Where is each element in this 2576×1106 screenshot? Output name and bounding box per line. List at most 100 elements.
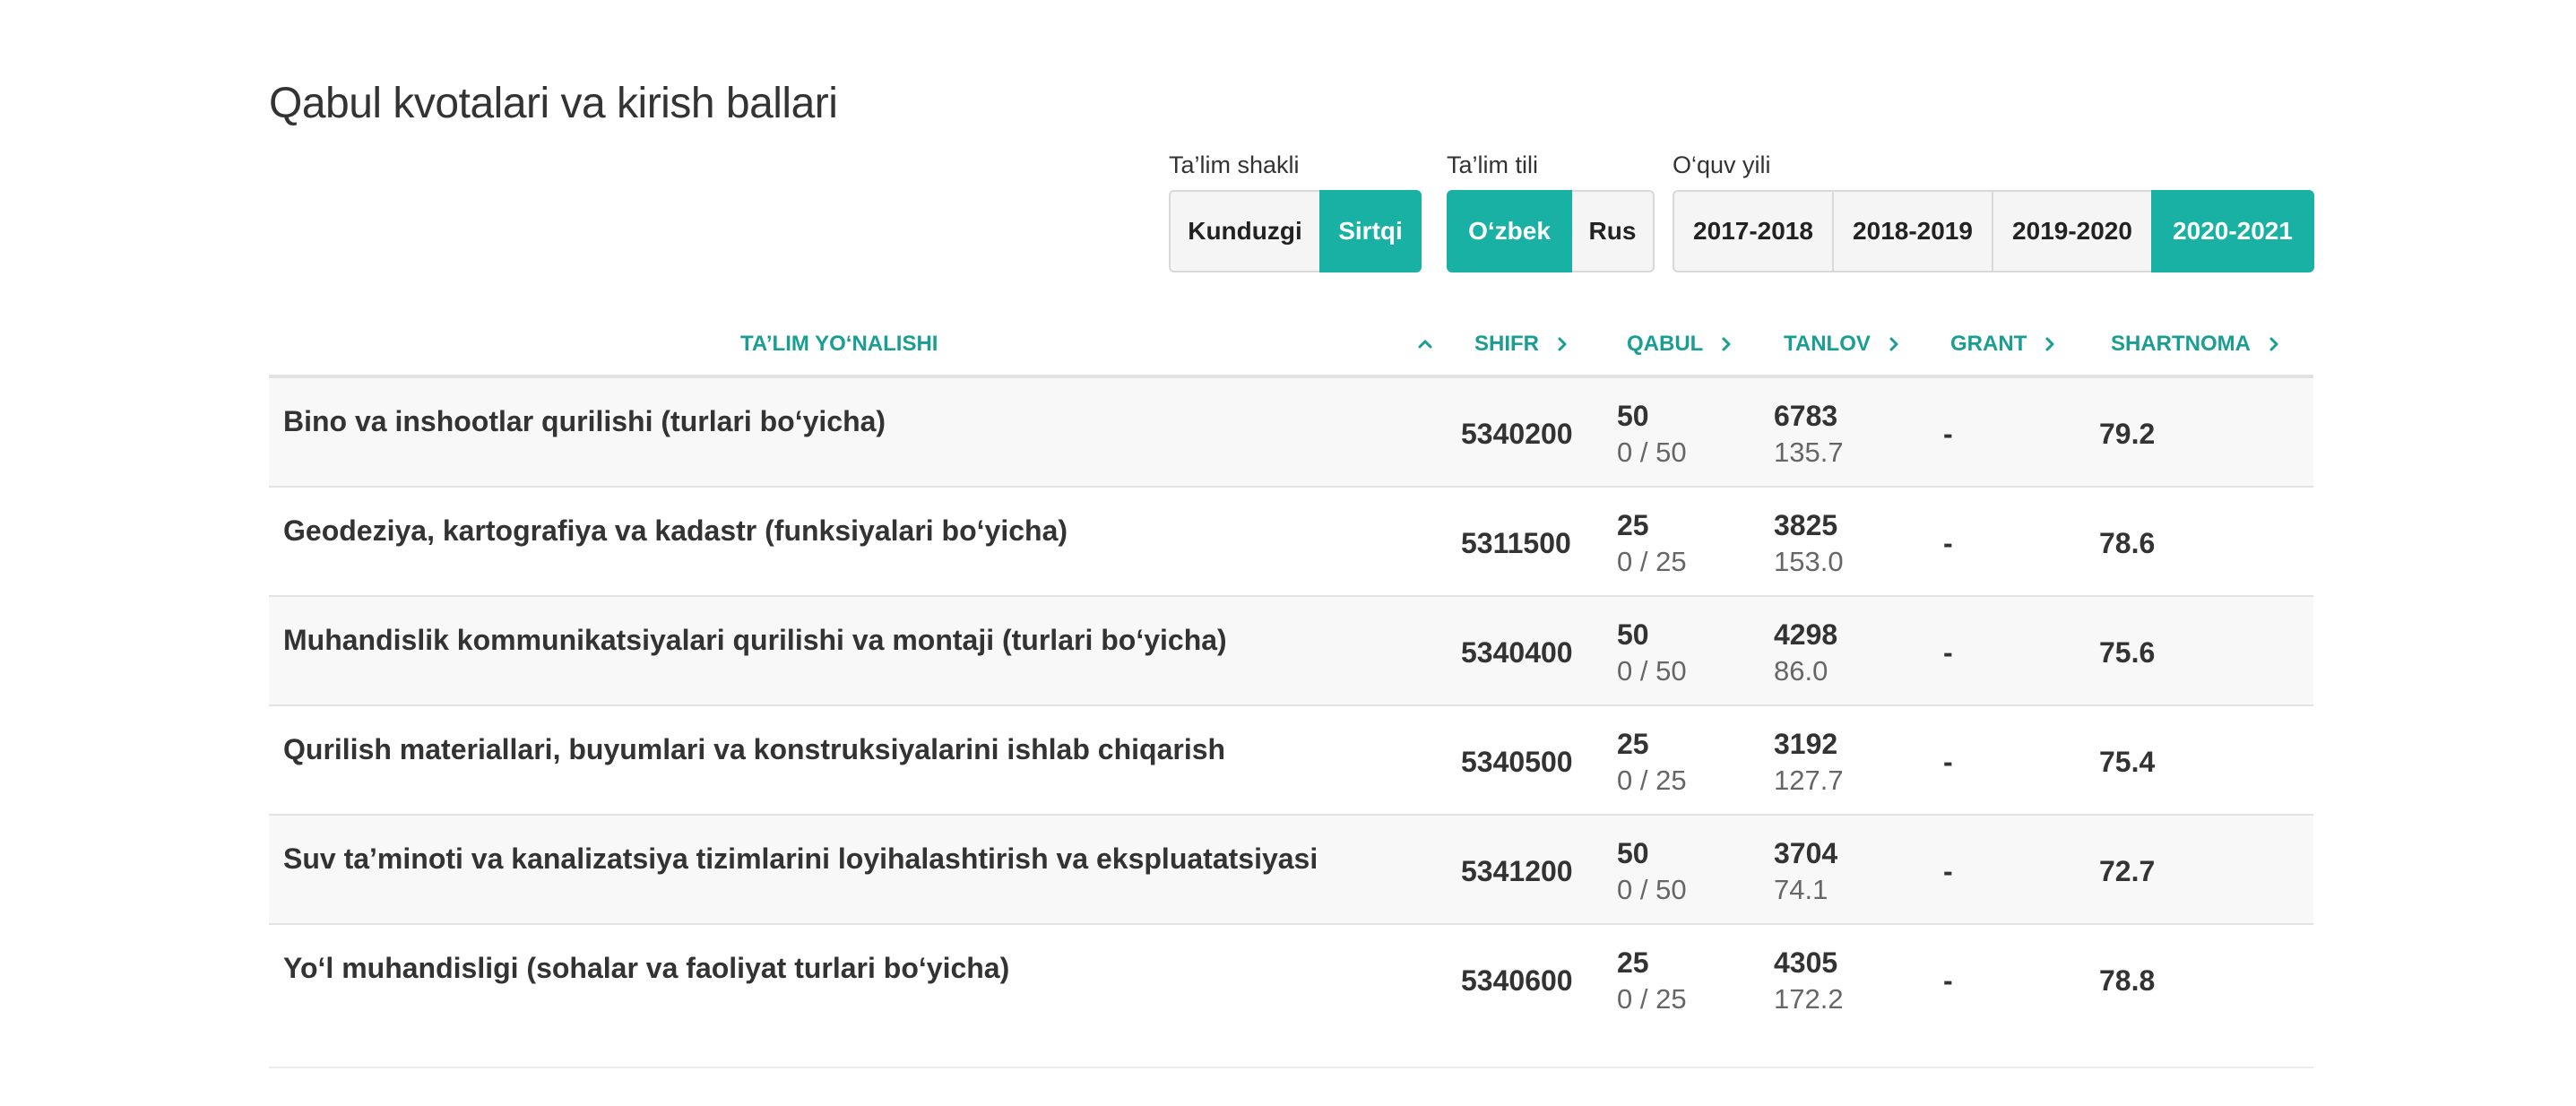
tanlov-ratio: 127.7 [1774, 765, 1844, 796]
shifr-code: 5311500 [1461, 527, 1571, 559]
column-header-qabul[interactable]: QABUL [1627, 314, 1735, 375]
table-row[interactable]: Yo‘l muhandisligi (sohalar va faoliyat t… [269, 925, 2313, 1033]
column-header-grant[interactable]: GRANT [1950, 314, 2059, 375]
tanlov-ratio: 172.2 [1774, 983, 1844, 1015]
shartnoma-score: 75.4 [2099, 746, 2156, 778]
qabul-value: 50 [1617, 618, 1649, 651]
tanlov-ratio: 153.0 [1774, 546, 1844, 577]
qabul-value: 25 [1617, 728, 1649, 760]
tanlov-cell: 4298 86.0 [1774, 617, 1837, 690]
qabul-value: 25 [1617, 946, 1649, 979]
shartnoma-score: 78.6 [2099, 527, 2156, 559]
grant-score: - [1943, 636, 1953, 669]
shartnoma-score: 72.7 [2099, 855, 2156, 887]
tanlov-value: 6783 [1774, 400, 1838, 432]
tanlov-cell: 3825 153.0 [1774, 507, 1844, 581]
kunduzgi-button[interactable]: Kunduzgi [1169, 190, 1321, 272]
qabul-value: 50 [1617, 837, 1649, 869]
tanlov-value: 3704 [1774, 837, 1838, 869]
grant-score: - [1943, 855, 1953, 887]
shartnoma-score: 75.6 [2099, 636, 2156, 669]
shartnoma-score: 78.8 [2099, 964, 2156, 997]
quota-table: TA’LIM YO‘NALISHI SHIFR QABUL TANLOV GRA… [269, 314, 2313, 1033]
direction-name: Bino va inshootlar qurilishi (turlari bo… [283, 405, 886, 437]
column-header-shartnoma-label: SHARTNOMA [2111, 332, 2251, 356]
talim-shakli-button-group: Kunduzgi Sirtqi [1169, 190, 1422, 272]
chevron-right-icon [1717, 335, 1735, 353]
shifr-code: 5340600 [1461, 964, 1573, 997]
qabul-filled: 0 / 50 [1617, 655, 1687, 687]
ozbek-button[interactable]: O‘zbek [1447, 190, 1572, 272]
tanlov-value: 4305 [1774, 946, 1838, 979]
qabul-filled: 0 / 25 [1617, 546, 1687, 577]
chevron-right-icon [1553, 335, 1571, 353]
filter-talim-shakli: Ta’lim shakli Kunduzgi Sirtqi [1169, 149, 1422, 272]
grant-score: - [1943, 964, 1953, 997]
tanlov-value: 3825 [1774, 509, 1838, 541]
year-2019-2020-button[interactable]: 2019-2020 [1992, 190, 2153, 272]
filter-label-oquv-yili: O‘quv yili [1673, 151, 1771, 178]
rus-button[interactable]: Rus [1570, 190, 1655, 272]
qabul-cell: 25 0 / 25 [1617, 726, 1687, 799]
table-row[interactable]: Suv ta’minoti va kanalizatsiya tizimlari… [269, 816, 2313, 925]
direction-name: Muhandislik kommunikatsiyalari qurilishi… [283, 624, 1227, 656]
year-2018-2019-button[interactable]: 2018-2019 [1832, 190, 1993, 272]
qabul-filled: 0 / 50 [1617, 874, 1687, 905]
column-header-grant-label: GRANT [1950, 332, 2027, 356]
column-header-shifr[interactable]: SHIFR [1474, 314, 1571, 375]
shartnoma-score: 79.2 [2099, 418, 2156, 450]
shifr-code: 5341200 [1461, 855, 1573, 887]
year-2020-2021-button[interactable]: 2020-2021 [2151, 190, 2314, 272]
filter-label-talim-tili: Ta’lim tili [1447, 151, 1539, 178]
qabul-cell: 50 0 / 50 [1617, 617, 1687, 690]
tanlov-value: 4298 [1774, 618, 1838, 651]
talim-tili-button-group: O‘zbek Rus [1447, 190, 1655, 272]
qabul-value: 50 [1617, 400, 1649, 432]
chevron-right-icon [2041, 335, 2059, 353]
grant-score: - [1943, 418, 1953, 450]
table-row[interactable]: Bino va inshootlar qurilishi (turlari bo… [269, 378, 2313, 488]
tanlov-value: 3192 [1774, 728, 1838, 760]
tanlov-cell: 4305 172.2 [1774, 945, 1844, 1018]
column-header-yonalish-label: TA’LIM YO‘NALISHI [740, 332, 938, 356]
column-header-yonalish[interactable]: TA’LIM YO‘NALISHI [269, 314, 1441, 375]
direction-name: Yo‘l muhandisligi (sohalar va faoliyat t… [283, 952, 1010, 984]
direction-name: Geodeziya, kartografiya va kadastr (funk… [283, 514, 1068, 547]
tanlov-ratio: 86.0 [1774, 655, 1828, 687]
qabul-cell: 25 0 / 25 [1617, 945, 1687, 1018]
page-title: Qabul kvotalari va kirish ballari [269, 80, 838, 127]
column-header-shartnoma[interactable]: SHARTNOMA [2111, 314, 2283, 375]
oquv-yili-button-group: 2017-2018 2018-2019 2019-2020 2020-2021 [1673, 190, 2314, 272]
tanlov-ratio: 135.7 [1774, 436, 1844, 468]
tanlov-ratio: 74.1 [1774, 874, 1828, 905]
qabul-filled: 0 / 50 [1617, 436, 1687, 468]
shifr-code: 5340200 [1461, 418, 1573, 450]
filter-oquv-yili: O‘quv yili 2017-2018 2018-2019 2019-2020… [1673, 149, 2314, 272]
direction-name: Qurilish materiallari, buyumlari va kons… [283, 733, 1226, 765]
shifr-code: 5340400 [1461, 636, 1573, 669]
tanlov-cell: 3192 127.7 [1774, 726, 1844, 799]
grant-score: - [1943, 527, 1953, 559]
year-2017-2018-button[interactable]: 2017-2018 [1673, 190, 1834, 272]
filter-label-talim-shakli: Ta’lim shakli [1169, 151, 1300, 178]
column-header-tanlov[interactable]: TANLOV [1784, 314, 1903, 375]
direction-name: Suv ta’minoti va kanalizatsiya tizimlari… [283, 842, 1318, 875]
shifr-code: 5340500 [1461, 746, 1573, 778]
qabul-cell: 50 0 / 50 [1617, 835, 1687, 909]
table-bottom-divider [269, 1067, 2313, 1068]
tanlov-cell: 6783 135.7 [1774, 398, 1844, 471]
table-row[interactable]: Muhandislik kommunikatsiyalari qurilishi… [269, 597, 2313, 706]
sirtqi-button[interactable]: Sirtqi [1319, 190, 1422, 272]
table-row[interactable]: Geodeziya, kartografiya va kadastr (funk… [269, 488, 2313, 597]
table-row[interactable]: Qurilish materiallari, buyumlari va kons… [269, 706, 2313, 816]
chevron-right-icon [2265, 335, 2283, 353]
qabul-filled: 0 / 25 [1617, 983, 1687, 1015]
chevron-right-icon [1885, 335, 1903, 353]
tanlov-cell: 3704 74.1 [1774, 835, 1837, 909]
column-header-shifr-label: SHIFR [1474, 332, 1539, 356]
qabul-value: 25 [1617, 509, 1649, 541]
table-header: TA’LIM YO‘NALISHI SHIFR QABUL TANLOV GRA… [269, 314, 2313, 378]
column-header-qabul-label: QABUL [1627, 332, 1704, 356]
qabul-cell: 25 0 / 25 [1617, 507, 1687, 581]
grant-score: - [1943, 746, 1953, 778]
